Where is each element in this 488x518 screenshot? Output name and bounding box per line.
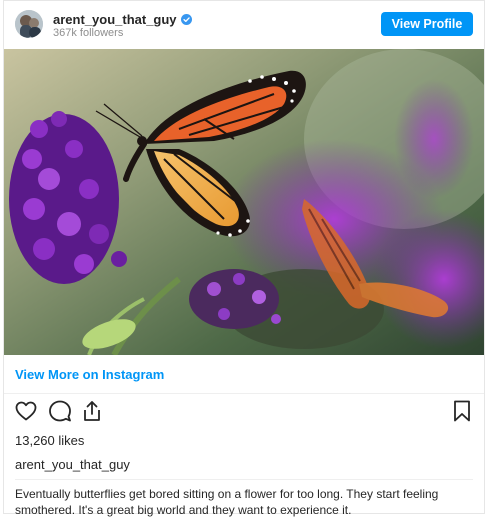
follower-count: 367k followers: [53, 27, 124, 39]
view-more-row: View More on Instagram: [4, 356, 484, 394]
view-more-link[interactable]: View More on Instagram: [15, 367, 164, 382]
verified-badge-icon: [180, 13, 192, 25]
caption-username[interactable]: arent_you_that_guy: [15, 457, 130, 472]
heart-icon[interactable]: [14, 399, 38, 423]
avatar[interactable]: [15, 10, 43, 38]
username-link[interactable]: arent_you_that_guy: [53, 12, 177, 27]
post-header: arent_you_that_guy 367k followers View P…: [4, 1, 484, 49]
caption-divider: [15, 479, 473, 480]
post-image[interactable]: [4, 49, 484, 355]
avatar-image: [15, 10, 43, 38]
butterfly-photo: [4, 49, 484, 355]
comment-icon[interactable]: [48, 399, 72, 423]
view-profile-button[interactable]: View Profile: [381, 12, 473, 36]
instagram-embed-card: arent_you_that_guy 367k followers View P…: [3, 0, 485, 517]
bookmark-icon[interactable]: [450, 399, 474, 423]
like-count[interactable]: 13,260 likes: [15, 433, 84, 448]
share-icon[interactable]: [80, 399, 104, 423]
action-bar: [4, 399, 484, 427]
username-row: arent_you_that_guy: [53, 11, 192, 27]
caption-text: Eventually butterflies get bored sitting…: [15, 487, 439, 517]
